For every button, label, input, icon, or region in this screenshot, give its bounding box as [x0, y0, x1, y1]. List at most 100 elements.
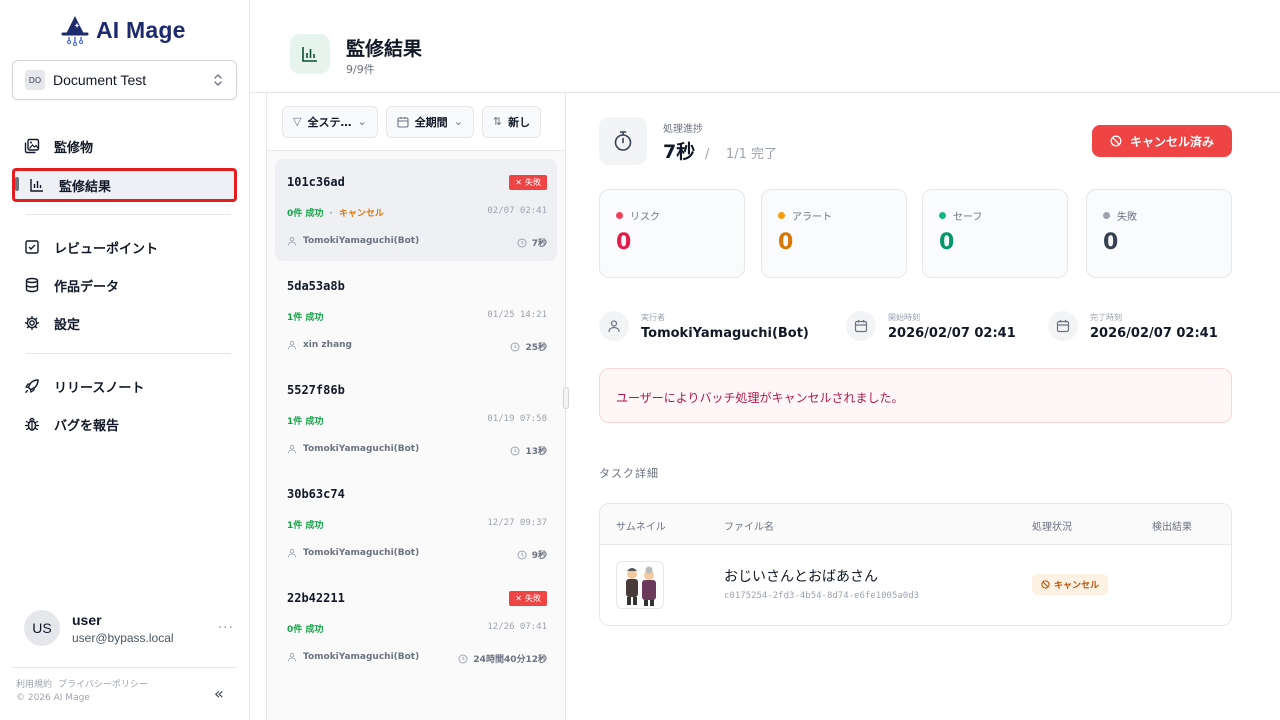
nav-tertiary: リリースノート バグを報告 [12, 370, 237, 440]
result-date: 01/19 07:58 [487, 414, 547, 424]
file-name[interactable]: おじいさんとおばあさん [724, 566, 878, 586]
stat-value: 0 [939, 230, 955, 255]
result-user-name: TomokiYamaguchi(Bot) [303, 548, 420, 558]
filter-icon: ▽ [293, 115, 302, 128]
result-user-name: TomokiYamaguchi(Bot) [303, 444, 420, 454]
meta-label: 実行者 [641, 312, 665, 322]
stat-label-row: セーフ [939, 208, 982, 223]
rocket-icon [25, 379, 39, 393]
result-user: xin zhang [287, 340, 352, 350]
user-name: user [72, 611, 102, 628]
more-icon[interactable]: ··· [218, 620, 234, 636]
workspace-select[interactable]: DO Document Test [12, 60, 237, 100]
status-filter[interactable]: ▽ 全ステ… ⌄ [282, 105, 378, 138]
sidebar-item-work-data[interactable]: 作品データ [12, 269, 237, 301]
sort-select[interactable]: ⇅ 新し [481, 105, 542, 138]
sidebar-item-release-notes[interactable]: リリースノート [12, 370, 237, 402]
sidebar-item-deliverables[interactable]: 監修物 [12, 130, 237, 162]
stat-label: 失敗 [1117, 212, 1137, 223]
sidebar-item-label: 設定 [54, 317, 81, 333]
meta-label: 完了時刻 [1090, 312, 1122, 322]
collapse-sidebar-icon[interactable]: « [214, 684, 224, 703]
sidebar-item-label: レビューポイント [54, 241, 159, 257]
result-summary: 0件 成功 [287, 622, 323, 635]
column-header-result: 検出結果 [1152, 522, 1192, 533]
copyright: © 2026 AI Mage [16, 693, 90, 703]
app-logo[interactable]: AI Mage [60, 14, 186, 46]
meta-executor: 実行者 TomokiYamaguchi(Bot) [599, 311, 809, 341]
cancelled-button[interactable]: キャンセル済み [1092, 125, 1232, 157]
stat-card-risk: リスク 0 [599, 189, 745, 278]
meta-label: 開始時刻 [888, 312, 920, 322]
result-date: 12/26 07:41 [487, 622, 547, 632]
result-user: TomokiYamaguchi(Bot) [287, 548, 419, 558]
calendar-icon [854, 320, 868, 333]
sidebar-item-results[interactable]: 監修結果 [12, 168, 237, 202]
results-list-pane: ▽ 全ステ… ⌄ 全期間 ⌄ ⇅ 新し 101c36ad ✕ 失敗 0件 成功 · キャン… [266, 93, 566, 720]
chevron-updown-icon [214, 74, 222, 86]
user-icon [287, 444, 297, 454]
list-item[interactable]: 30b63c74 1件 成功 12/27 09:37 TomokiYamaguchi(… [275, 471, 557, 573]
stat-card-failed: 失敗 0 [1086, 189, 1232, 278]
result-detail: 処理進捗 7秒 / 1/1 完了 キャンセル済み リスク 0 アラート 0 セー… [567, 93, 1280, 720]
result-duration-value: 24時間40分12秒 [473, 655, 547, 665]
result-user: TomokiYamaguchi(Bot) [287, 652, 419, 662]
result-duration-value: 9秒 [531, 551, 547, 561]
stat-value: 0 [778, 230, 794, 255]
result-duration: 13秒 [510, 444, 547, 457]
sidebar-item-label: 作品データ [54, 279, 120, 295]
sidebar: AI Mage DO Document Test 監修物 監修結果 レビューポイ… [0, 0, 250, 720]
result-summary: 1件 成功 [287, 414, 323, 427]
meta-start-time: 開始時刻 2026/02/07 02:41 [846, 311, 1016, 341]
list-item[interactable]: 22b42211 ✕ 失敗 0件 成功 12/26 07:41 TomokiYamaguc… [275, 575, 557, 677]
sidebar-item-settings[interactable]: 設定 [12, 307, 237, 339]
list-item[interactable]: 5527f86b 1件 成功 01/19 07:58 TomokiYamaguchi(… [275, 367, 557, 469]
timer-icon-box [599, 117, 647, 165]
nav-primary: 監修物 監修結果 [12, 130, 237, 202]
list-item[interactable]: 5da53a8b 1件 成功 01/25 14:21 xin zhang 25秒 [275, 263, 557, 365]
failed-dot [1103, 212, 1110, 219]
user-menu[interactable]: US user user@bypass.local ··· [24, 608, 234, 648]
images-icon [24, 138, 40, 154]
sidebar-item-label: 監修結果 [59, 179, 112, 195]
app-name: AI Mage [96, 16, 186, 43]
result-duration: 9秒 [517, 548, 547, 561]
avatar: US [24, 610, 60, 646]
result-summary: 1件 成功 [287, 310, 323, 323]
success-count: 0件 成功 [287, 209, 324, 219]
result-id: 101c36ad [287, 175, 345, 189]
list-item[interactable]: 101c36ad ✕ 失敗 0件 成功 · キャンセル 02/07 02:41 TomokiY… [275, 159, 557, 261]
result-duration-value: 13秒 [525, 447, 547, 457]
stat-value: 0 [1103, 230, 1119, 255]
sidebar-item-report-bug[interactable]: バグを報告 [12, 408, 237, 440]
privacy-link[interactable]: プライバシーポリシー [58, 680, 148, 690]
table-header: サムネイル ファイル名 処理状況 検出結果 [600, 504, 1231, 545]
ban-icon [1041, 580, 1050, 589]
success-count: 1件 成功 [287, 313, 324, 323]
table-row[interactable]: おじいさんとおばあさん c0175254-2fd3-4b54-8d74-e6fe… [600, 545, 1231, 625]
progress-time: 7秒 [663, 141, 696, 163]
risk-dot [616, 212, 623, 219]
terms-link[interactable]: 利用規約 [16, 680, 52, 690]
result-id: 30b63c74 [287, 487, 345, 501]
result-id: 5527f86b [287, 383, 345, 397]
period-filter[interactable]: 全期間 ⌄ [385, 105, 474, 138]
nav-divider [26, 214, 231, 215]
filter-bar: ▽ 全ステ… ⌄ 全期間 ⌄ ⇅ 新し [267, 93, 565, 151]
column-header-status: 処理状況 [1032, 522, 1072, 533]
stat-value: 0 [616, 230, 632, 255]
calendar-icon [397, 116, 409, 128]
page-title: 監修結果 [346, 38, 423, 60]
stat-label-row: リスク [616, 208, 660, 223]
cancel-alert: ユーザーによりバッチ処理がキャンセルされました。 [599, 368, 1232, 423]
status-badge: ✕ 失敗 [509, 591, 547, 606]
results-header-icon [290, 34, 330, 74]
sidebar-item-review-points[interactable]: レビューポイント [12, 231, 237, 263]
result-user: TomokiYamaguchi(Bot) [287, 444, 419, 454]
stat-card-alert: アラート 0 [761, 189, 907, 278]
progress-separator: / [705, 147, 710, 162]
result-user: TomokiYamaguchi(Bot) [287, 236, 419, 246]
dot-separator: · [329, 209, 333, 219]
gear-icon [24, 315, 40, 331]
result-count: 9/9件 [346, 63, 375, 76]
